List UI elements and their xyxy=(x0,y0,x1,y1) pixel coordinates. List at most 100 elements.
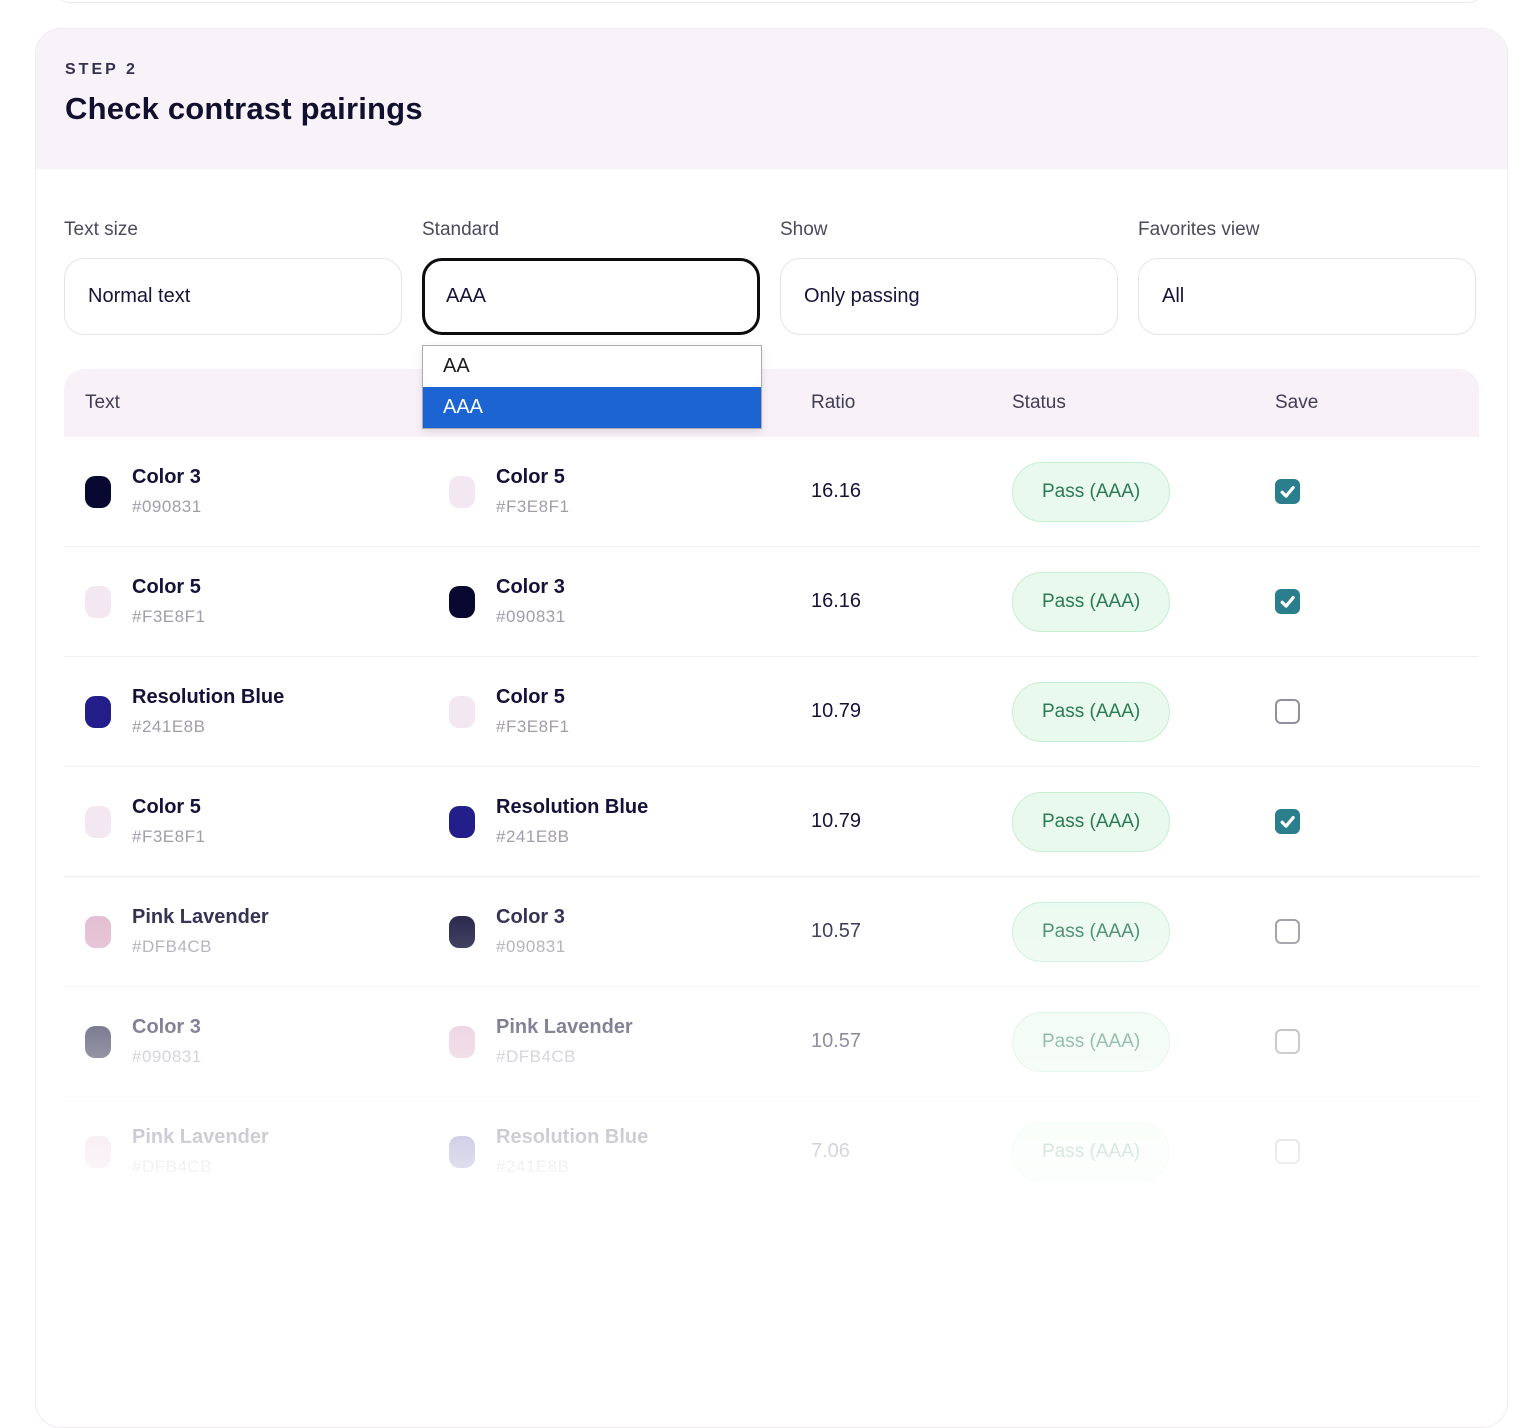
foreground-color-hex: #F3E8F1 xyxy=(132,827,205,847)
save-checkbox[interactable] xyxy=(1275,1139,1300,1164)
table-row: Color 5 #F3E8F1 Color 3 #090831 16.16 Pa… xyxy=(64,547,1479,657)
standard-option-aaa[interactable]: AAA xyxy=(423,387,761,428)
status-badge: Pass (AAA) xyxy=(1012,902,1170,962)
foreground-color-cell: Pink Lavender #DFB4CB xyxy=(64,1126,428,1177)
foreground-color-hex: #090831 xyxy=(132,1047,202,1067)
save-cell xyxy=(1255,919,1479,944)
background-color-name: Pink Lavender xyxy=(496,1016,633,1039)
filter-text-size: Text size Normal text xyxy=(64,219,402,335)
favorites-view-select[interactable]: All xyxy=(1138,258,1476,335)
background-color-swatch xyxy=(449,1136,475,1168)
foreground-color-cell: Color 3 #090831 xyxy=(64,1016,428,1067)
foreground-color-swatch xyxy=(85,806,111,838)
foreground-color-hex: #F3E8F1 xyxy=(132,607,205,627)
save-checkbox[interactable] xyxy=(1275,919,1300,944)
save-checkbox[interactable] xyxy=(1275,699,1300,724)
background-color-hex: #241E8B xyxy=(496,1157,648,1177)
table-row: Pink Lavender #DFB4CB Color 3 #090831 10… xyxy=(64,877,1479,987)
contrast-ratio: 10.57 xyxy=(792,1030,992,1053)
table-row: Pink Lavender #DFB4CB Resolution Blue #2… xyxy=(64,1097,1479,1207)
background-color-hex: #DFB4CB xyxy=(496,1047,633,1067)
status-cell: Pass (AAA) xyxy=(992,1012,1255,1072)
status-cell: Pass (AAA) xyxy=(992,902,1255,962)
foreground-color-swatch xyxy=(85,586,111,618)
table-row: Color 3 #090831 Pink Lavender #DFB4CB 10… xyxy=(64,987,1479,1097)
background-color-name: Color 3 xyxy=(496,576,566,599)
save-checkbox[interactable] xyxy=(1275,1029,1300,1054)
contrast-ratio: 16.16 xyxy=(792,590,992,613)
filters-row: Text size Normal text Standard AAA Show … xyxy=(64,219,1479,335)
status-cell: Pass (AAA) xyxy=(992,1122,1255,1182)
standard-select[interactable]: AAA xyxy=(422,258,760,335)
background-color-cell: Pink Lavender #DFB4CB xyxy=(428,1016,792,1067)
foreground-color-hex: #DFB4CB xyxy=(132,937,269,957)
background-color-name: Color 5 xyxy=(496,466,569,489)
previous-card-edge xyxy=(54,0,1484,3)
background-color-swatch xyxy=(449,476,475,508)
background-color-hex: #F3E8F1 xyxy=(496,717,569,737)
status-badge: Pass (AAA) xyxy=(1012,682,1170,742)
background-color-name: Color 3 xyxy=(496,906,566,929)
foreground-color-name: Resolution Blue xyxy=(132,686,284,709)
status-cell: Pass (AAA) xyxy=(992,462,1255,522)
status-badge: Pass (AAA) xyxy=(1012,462,1170,522)
standard-label: Standard xyxy=(422,219,760,241)
save-cell xyxy=(1255,1139,1479,1164)
foreground-color-hex: #090831 xyxy=(132,497,202,517)
text-size-select[interactable]: Normal text xyxy=(64,258,402,335)
step-2-card: STEP 2 Check contrast pairings Text size… xyxy=(35,28,1508,1428)
background-color-swatch xyxy=(449,696,475,728)
standard-dropdown-popup: AAAAA xyxy=(422,345,762,429)
checkmark-icon xyxy=(1279,813,1296,830)
card-body: Text size Normal text Standard AAA Show … xyxy=(36,219,1507,1207)
table-header-status: Status xyxy=(992,392,1255,414)
status-badge: Pass (AAA) xyxy=(1012,572,1170,632)
status-cell: Pass (AAA) xyxy=(992,682,1255,742)
status-cell: Pass (AAA) xyxy=(992,572,1255,632)
foreground-color-name: Pink Lavender xyxy=(132,906,269,929)
standard-option-aa[interactable]: AA xyxy=(423,346,761,387)
background-color-swatch xyxy=(449,586,475,618)
contrast-table: Text Ratio Status Save Color 3 #090831 C… xyxy=(64,369,1479,1207)
foreground-color-name: Color 3 xyxy=(132,466,202,489)
foreground-color-name: Color 5 xyxy=(132,796,205,819)
foreground-color-swatch xyxy=(85,1026,111,1058)
foreground-color-cell: Pink Lavender #DFB4CB xyxy=(64,906,428,957)
foreground-color-cell: Color 3 #090831 xyxy=(64,466,428,517)
step-label: STEP 2 xyxy=(65,61,1477,79)
background-color-cell: Color 5 #F3E8F1 xyxy=(428,466,792,517)
table-header-save: Save xyxy=(1255,392,1479,414)
page-title: Check contrast pairings xyxy=(65,91,1477,127)
filter-favorites-view: Favorites view All xyxy=(1138,219,1476,335)
save-checkbox[interactable] xyxy=(1275,479,1300,504)
checkmark-icon xyxy=(1279,593,1296,610)
foreground-color-name: Color 5 xyxy=(132,576,205,599)
background-color-swatch xyxy=(449,916,475,948)
background-color-cell: Color 5 #F3E8F1 xyxy=(428,686,792,737)
save-cell xyxy=(1255,479,1479,504)
save-checkbox[interactable] xyxy=(1275,809,1300,834)
table-header-text: Text xyxy=(64,392,428,414)
background-color-name: Color 5 xyxy=(496,686,569,709)
table-row: Color 5 #F3E8F1 Resolution Blue #241E8B … xyxy=(64,767,1479,877)
favorites-view-label: Favorites view xyxy=(1138,219,1476,241)
foreground-color-swatch xyxy=(85,696,111,728)
foreground-color-hex: #241E8B xyxy=(132,717,284,737)
background-color-name: Resolution Blue xyxy=(496,1126,648,1149)
contrast-ratio: 10.57 xyxy=(792,920,992,943)
table-row: Color 3 #090831 Color 5 #F3E8F1 16.16 Pa… xyxy=(64,437,1479,547)
show-label: Show xyxy=(780,219,1118,241)
table-header-row: Text Ratio Status Save xyxy=(64,369,1479,437)
background-color-hex: #090831 xyxy=(496,937,566,957)
save-cell xyxy=(1255,589,1479,614)
foreground-color-swatch xyxy=(85,916,111,948)
filter-show: Show Only passing xyxy=(780,219,1118,335)
filter-standard: Standard AAA xyxy=(422,219,760,335)
save-checkbox[interactable] xyxy=(1275,589,1300,614)
background-color-cell: Resolution Blue #241E8B xyxy=(428,796,792,847)
contrast-ratio: 10.79 xyxy=(792,810,992,833)
show-select[interactable]: Only passing xyxy=(780,258,1118,335)
background-color-cell: Resolution Blue #241E8B xyxy=(428,1126,792,1177)
contrast-ratio: 7.06 xyxy=(792,1140,992,1163)
foreground-color-swatch xyxy=(85,1136,111,1168)
